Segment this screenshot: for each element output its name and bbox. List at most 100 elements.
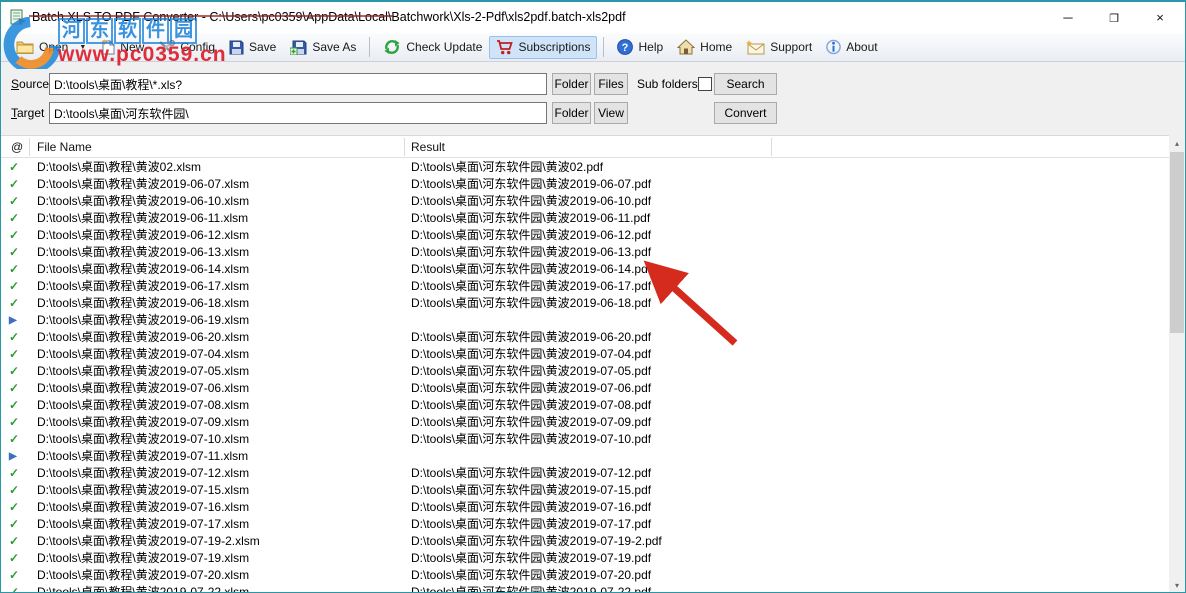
- source-folder-button[interactable]: Folder: [552, 73, 591, 95]
- table-row[interactable]: ▶ D:\tools\桌面\教程\黄波2019-07-11.xlsm: [1, 448, 1171, 465]
- result-cell: D:\tools\桌面\河东软件园\黄波2019-06-11.pdf: [411, 210, 650, 227]
- sub-folders-label: Sub folders: [637, 77, 698, 91]
- result-cell: D:\tools\桌面\河东软件园\黄波2019-07-20.pdf: [411, 567, 651, 584]
- path-panel: Source Folder Files Sub folders Search T…: [1, 62, 1185, 135]
- file-name-cell: D:\tools\桌面\教程\黄波2019-06-14.xlsm: [37, 261, 249, 278]
- result-cell: D:\tools\桌面\河东软件园\黄波2019-06-12.pdf: [411, 227, 651, 244]
- table-row[interactable]: ✓ D:\tools\桌面\教程\黄波2019-07-19.xlsm D:\to…: [1, 550, 1171, 567]
- open-button[interactable]: Open: [9, 36, 75, 58]
- status-icon: ✓: [9, 414, 29, 431]
- table-row[interactable]: ✓ D:\tools\桌面\教程\黄波2019-06-14.xlsm D:\to…: [1, 261, 1171, 278]
- status-icon: ▶: [9, 312, 29, 329]
- convert-button[interactable]: Convert: [714, 102, 777, 124]
- minimize-button[interactable]: ─: [1045, 2, 1091, 33]
- file-name-cell: D:\tools\桌面\教程\黄波2019-06-12.xlsm: [37, 227, 249, 244]
- scroll-up-icon[interactable]: ▴: [1169, 135, 1185, 152]
- source-files-button[interactable]: Files: [594, 73, 628, 95]
- status-icon: ✓: [9, 397, 29, 414]
- home-button[interactable]: Home: [670, 35, 739, 59]
- table-row[interactable]: ✓ D:\tools\桌面\教程\黄波2019-07-04.xlsm D:\to…: [1, 346, 1171, 363]
- table-row[interactable]: ✓ D:\tools\桌面\教程\黄波2019-07-20.xlsm D:\to…: [1, 567, 1171, 584]
- table-row[interactable]: ✓ D:\tools\桌面\教程\黄波2019-07-19-2.xlsm D:\…: [1, 533, 1171, 550]
- subscriptions-button[interactable]: Subscriptions: [489, 36, 597, 59]
- status-icon: ✓: [9, 499, 29, 516]
- column-header-file-name[interactable]: File Name: [37, 140, 92, 154]
- table-row[interactable]: ✓ D:\tools\桌面\教程\黄波2019-07-06.xlsm D:\to…: [1, 380, 1171, 397]
- table-row[interactable]: ✓ D:\tools\桌面\教程\黄波2019-07-17.xlsm D:\to…: [1, 516, 1171, 533]
- table-row[interactable]: ✓ D:\tools\桌面\教程\黄波2019-06-20.xlsm D:\to…: [1, 329, 1171, 346]
- file-name-cell: D:\tools\桌面\教程\黄波2019-07-16.xlsm: [37, 499, 249, 516]
- file-name-cell: D:\tools\桌面\教程\黄波2019-06-18.xlsm: [37, 295, 249, 312]
- open-dropdown-button[interactable]: ▼: [75, 40, 90, 55]
- sub-folders-checkbox[interactable]: [698, 77, 712, 91]
- table-row[interactable]: ✓ D:\tools\桌面\教程\黄波2019-07-15.xlsm D:\to…: [1, 482, 1171, 499]
- result-cell: D:\tools\桌面\河东软件园\黄波2019-07-16.pdf: [411, 499, 651, 516]
- source-label: Source: [11, 77, 49, 91]
- file-name-cell: D:\tools\桌面\教程\黄波2019-06-13.xlsm: [37, 244, 249, 261]
- status-icon: ✓: [9, 346, 29, 363]
- result-cell: D:\tools\桌面\河东软件园\黄波2019-06-20.pdf: [411, 329, 651, 346]
- table-row[interactable]: ✓ D:\tools\桌面\教程\黄波2019-06-10.xlsm D:\to…: [1, 193, 1171, 210]
- save-as-button[interactable]: Save As: [283, 36, 363, 59]
- status-icon: ✓: [9, 159, 29, 176]
- table-row[interactable]: ✓ D:\tools\桌面\教程\黄波2019-07-09.xlsm D:\to…: [1, 414, 1171, 431]
- table-row[interactable]: ✓ D:\tools\桌面\教程\黄波2019-06-07.xlsm D:\to…: [1, 176, 1171, 193]
- file-name-cell: D:\tools\桌面\教程\黄波2019-06-11.xlsm: [37, 210, 248, 227]
- target-view-button[interactable]: View: [594, 102, 628, 124]
- column-divider[interactable]: [404, 138, 405, 156]
- maximize-button[interactable]: ❐: [1091, 2, 1137, 33]
- table-row[interactable]: ✓ D:\tools\桌面\教程\黄波2019-06-11.xlsm D:\to…: [1, 210, 1171, 227]
- scroll-down-icon[interactable]: ▾: [1169, 577, 1185, 593]
- table-row[interactable]: ✓ D:\tools\桌面\教程\黄波2019-06-18.xlsm D:\to…: [1, 295, 1171, 312]
- result-cell: D:\tools\桌面\河东软件园\黄波2019-07-10.pdf: [411, 431, 651, 448]
- table-row[interactable]: ✓ D:\tools\桌面\教程\黄波2019-07-10.xlsm D:\to…: [1, 431, 1171, 448]
- support-button[interactable]: Support: [739, 36, 819, 59]
- table-row[interactable]: ✓ D:\tools\桌面\教程\黄波2019-07-22.xlsm D:\to…: [1, 584, 1171, 593]
- table-row[interactable]: ✓ D:\tools\桌面\教程\黄波2019-07-16.xlsm D:\to…: [1, 499, 1171, 516]
- target-folder-button[interactable]: Folder: [552, 102, 591, 124]
- status-icon: ✓: [9, 295, 29, 312]
- new-button[interactable]: New: [94, 35, 151, 59]
- table-row[interactable]: ✓ D:\tools\桌面\教程\黄波2019-07-12.xlsm D:\to…: [1, 465, 1171, 482]
- status-icon: ✓: [9, 193, 29, 210]
- table-row[interactable]: ✓ D:\tools\桌面\教程\黄波2019-06-13.xlsm D:\to…: [1, 244, 1171, 261]
- close-button[interactable]: ×: [1137, 2, 1183, 33]
- status-icon: ✓: [9, 567, 29, 584]
- table-row[interactable]: ▶ D:\tools\桌面\教程\黄波2019-06-19.xlsm: [1, 312, 1171, 329]
- file-name-cell: D:\tools\桌面\教程\黄波2019-07-09.xlsm: [37, 414, 249, 431]
- table-row[interactable]: ✓ D:\tools\桌面\教程\黄波2019-06-17.xlsm D:\to…: [1, 278, 1171, 295]
- target-label: Target: [11, 106, 44, 120]
- about-button[interactable]: About: [819, 35, 884, 59]
- refresh-icon: [383, 39, 401, 55]
- result-cell: D:\tools\桌面\河东软件园\黄波2019-07-19-2.pdf: [411, 533, 662, 550]
- target-path-input[interactable]: [49, 102, 547, 124]
- check-update-button[interactable]: Check Update: [376, 35, 489, 59]
- result-cell: D:\tools\桌面\河东软件园\黄波2019-07-06.pdf: [411, 380, 651, 397]
- search-button[interactable]: Search: [714, 73, 777, 95]
- config-button[interactable]: Config: [151, 36, 222, 58]
- info-icon: [826, 39, 841, 55]
- status-icon: ✓: [9, 244, 29, 261]
- file-name-cell: D:\tools\桌面\教程\黄波2019-07-15.xlsm: [37, 482, 249, 499]
- save-button[interactable]: Save: [222, 36, 283, 59]
- toolbar-separator: [603, 37, 604, 57]
- column-divider[interactable]: [29, 138, 30, 156]
- table-row[interactable]: ✓ D:\tools\桌面\教程\黄波02.xlsm D:\tools\桌面\河…: [1, 159, 1171, 176]
- status-icon: ✓: [9, 431, 29, 448]
- column-divider[interactable]: [771, 138, 772, 156]
- cart-icon: [496, 40, 513, 55]
- vertical-scrollbar[interactable]: ▴ ▾: [1169, 135, 1185, 593]
- result-cell: D:\tools\桌面\河东软件园\黄波2019-07-05.pdf: [411, 363, 651, 380]
- status-icon: ✓: [9, 176, 29, 193]
- table-row[interactable]: ✓ D:\tools\桌面\教程\黄波2019-06-12.xlsm D:\to…: [1, 227, 1171, 244]
- table-row[interactable]: ✓ D:\tools\桌面\教程\黄波2019-07-05.xlsm D:\to…: [1, 363, 1171, 380]
- file-name-cell: D:\tools\桌面\教程\黄波02.xlsm: [37, 159, 201, 176]
- help-button[interactable]: ? Help: [610, 35, 670, 59]
- column-header-status[interactable]: @: [11, 140, 23, 154]
- table-row[interactable]: ✓ D:\tools\桌面\教程\黄波2019-07-08.xlsm D:\to…: [1, 397, 1171, 414]
- scrollbar-thumb[interactable]: [1170, 152, 1184, 333]
- status-icon: ✓: [9, 261, 29, 278]
- column-header-result[interactable]: Result: [411, 140, 445, 154]
- window-title: Batch XLS TO PDF Converter - C:\Users\pc…: [32, 10, 626, 24]
- source-path-input[interactable]: [49, 73, 547, 95]
